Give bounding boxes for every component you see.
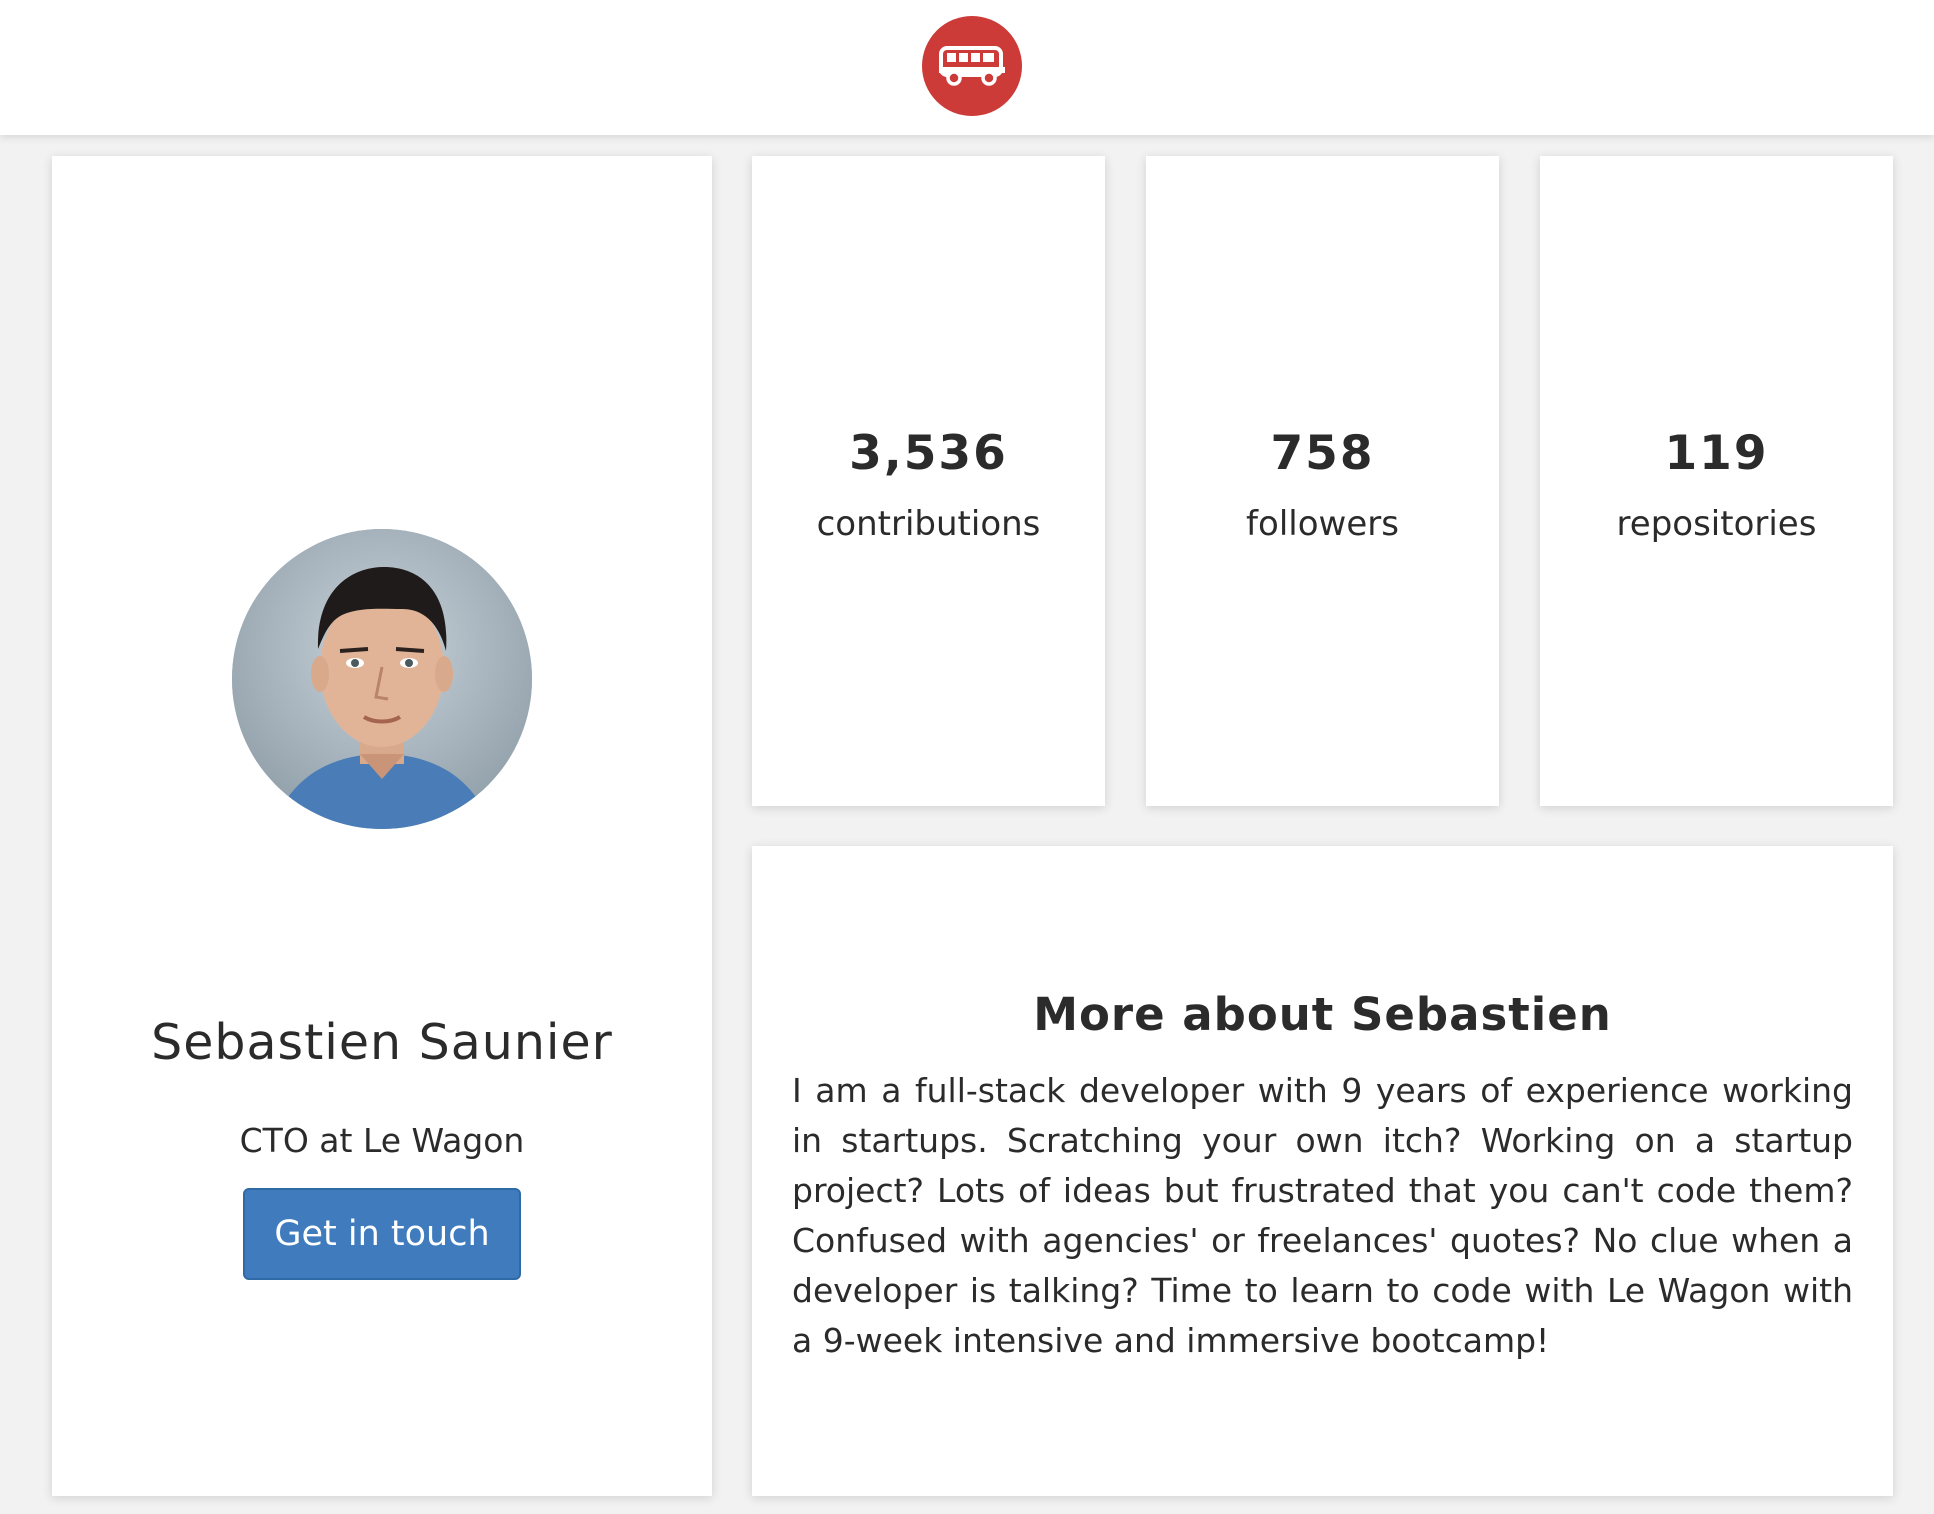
stat-card-repositories: 119 repositories	[1540, 156, 1893, 806]
avatar-portrait	[232, 529, 532, 829]
profile-name: Sebastien Saunier	[151, 1014, 613, 1071]
navbar	[0, 0, 1934, 135]
about-title: More about Sebastien	[1033, 988, 1612, 1041]
about-card: More about Sebastien I am a full-stack d…	[752, 846, 1893, 1496]
get-in-touch-button[interactable]: Get in touch	[243, 1188, 521, 1280]
stat-label: followers	[1246, 504, 1399, 544]
logo[interactable]	[922, 16, 1022, 116]
stat-value: 3,536	[849, 426, 1008, 481]
van-icon	[939, 46, 1005, 86]
about-text: I am a full-stack developer with 9 years…	[792, 1071, 1853, 1360]
stat-label: repositories	[1616, 504, 1817, 544]
profile-card: Sebastien Saunier CTO at Le Wagon Get in…	[52, 156, 712, 1496]
stat-value: 758	[1270, 426, 1375, 481]
stat-card-contributions: 3,536 contributions	[752, 156, 1105, 806]
stat-value: 119	[1664, 426, 1769, 481]
profile-job-title: CTO at Le Wagon	[239, 1121, 525, 1160]
stat-label: contributions	[816, 504, 1041, 544]
stat-card-followers: 758 followers	[1146, 156, 1499, 806]
avatar	[232, 529, 532, 829]
